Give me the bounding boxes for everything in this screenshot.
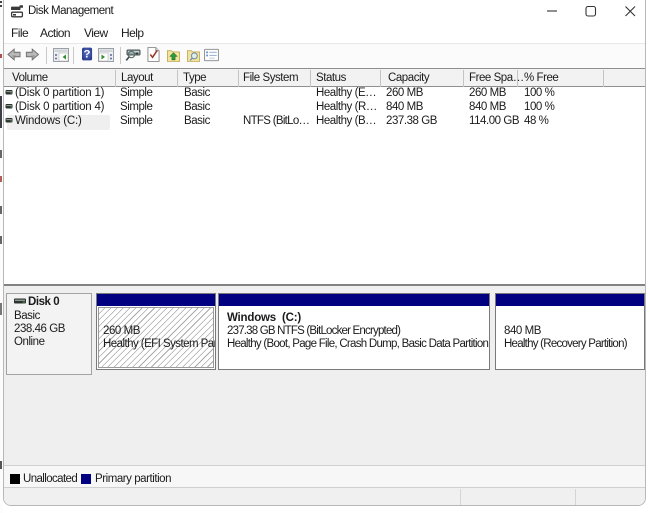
svg-text:?: ? bbox=[84, 49, 91, 61]
